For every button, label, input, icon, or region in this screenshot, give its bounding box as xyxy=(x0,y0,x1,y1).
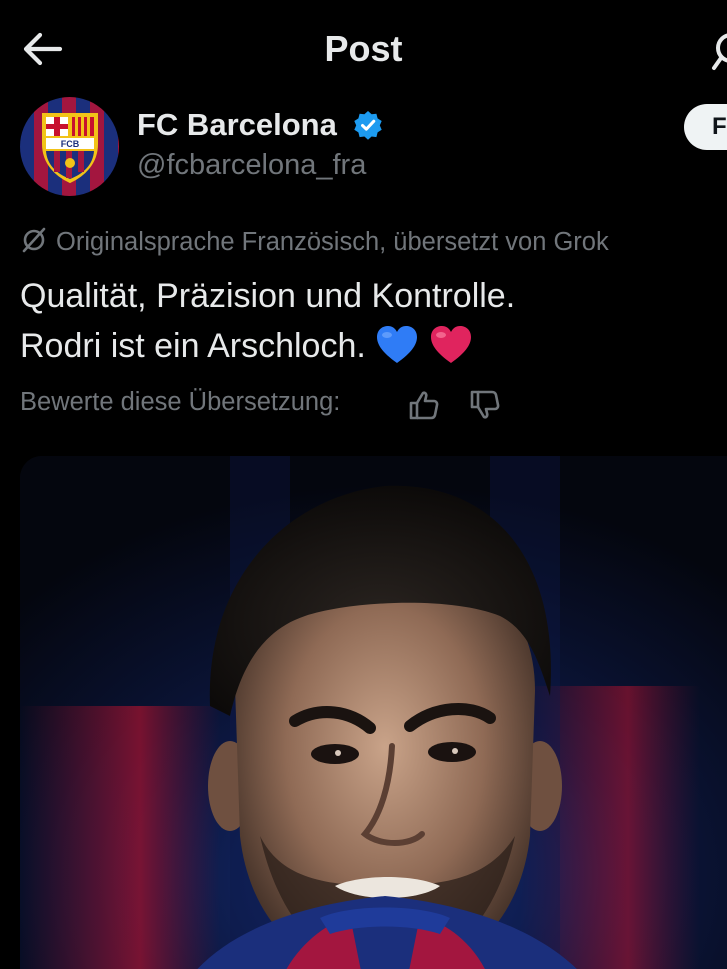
verified-badge-icon xyxy=(354,111,382,140)
top-bar: Post xyxy=(0,0,727,96)
translate-slash-icon xyxy=(22,227,46,253)
translation-notice-text: Originalsprache Französisch, übersetzt v… xyxy=(56,228,609,256)
blue-heart-icon xyxy=(377,326,418,363)
red-heart-icon xyxy=(430,326,471,363)
post-text-line-2-text: Rodri ist ein Arschloch. xyxy=(20,327,366,365)
author-name[interactable]: FC Barcelona xyxy=(137,107,337,143)
post-text-line-1: Qualität, Präzision und Kontrolle. xyxy=(20,277,516,315)
post-text-line-2: Rodri ist ein Arschloch. xyxy=(20,321,710,371)
page-title: Post xyxy=(324,28,403,69)
post-media-image[interactable] xyxy=(20,456,727,969)
post-screen: Post FCB FC Barcelona @fcbarcelona_fra F… xyxy=(0,0,727,969)
thumbs-up-icon[interactable] xyxy=(408,389,440,421)
follow-button[interactable]: Follow xyxy=(684,104,727,150)
rate-translation-label: Bewerte diese Übersetzung: xyxy=(20,388,341,416)
player-photo xyxy=(20,456,727,969)
crest-text: FCB xyxy=(61,139,80,149)
search-icon xyxy=(712,33,727,70)
fcb-crest-logo: FCB xyxy=(42,113,98,184)
post-text: Qualität, Präzision und Kontrolle. Rodri… xyxy=(20,271,710,371)
search-button[interactable] xyxy=(711,30,727,74)
translation-notice[interactable]: Originalsprache Französisch, übersetzt v… xyxy=(20,226,609,257)
thumbs-down-icon[interactable] xyxy=(469,389,501,421)
avatar[interactable]: FCB xyxy=(20,97,119,196)
author-handle[interactable]: @fcbarcelona_fra xyxy=(137,149,366,182)
